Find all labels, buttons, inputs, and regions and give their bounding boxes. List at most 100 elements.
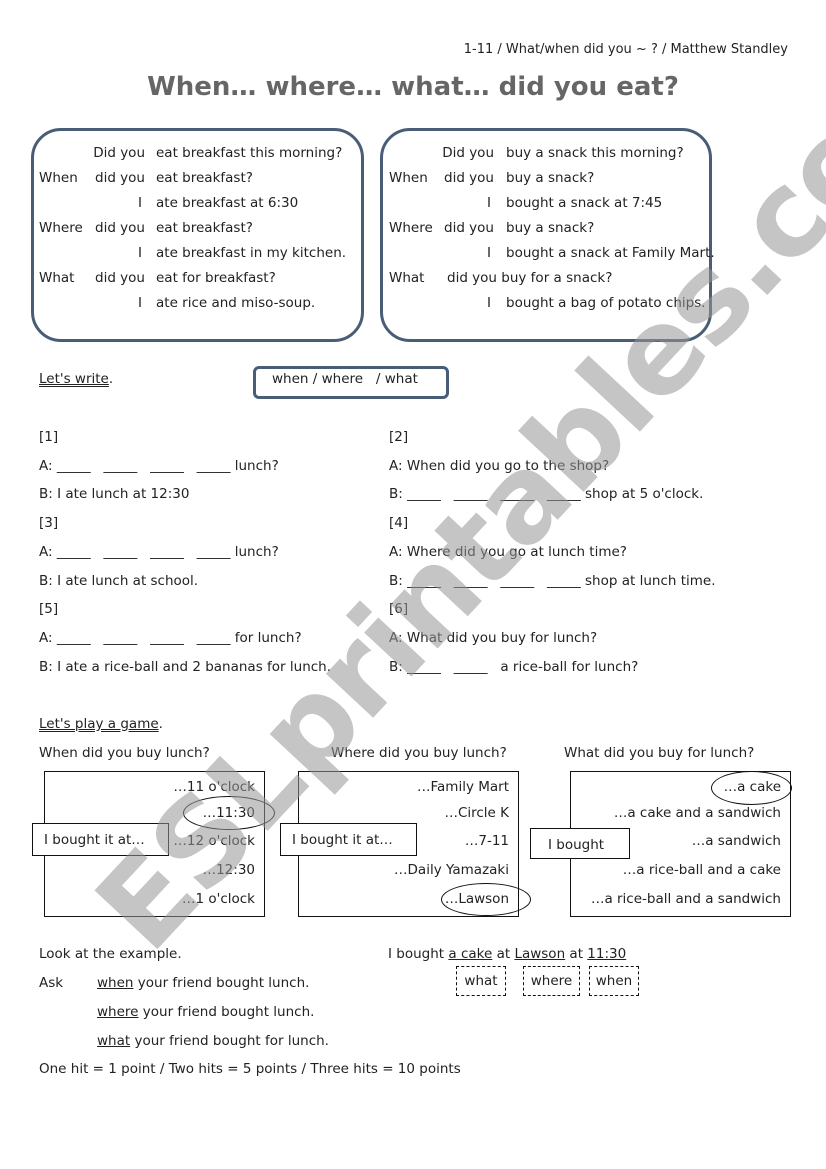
panel-when-tag: I bought it at…: [44, 832, 145, 848]
example-what: a cake: [448, 946, 493, 962]
ask-line-when: when your friend bought lunch.: [97, 975, 309, 991]
ask-label: Ask: [39, 975, 64, 991]
exercise-3-line-b: B: I ate lunch at school.: [39, 573, 199, 589]
exercise-1-line-b: B: I ate lunch at 12:30: [39, 486, 190, 502]
ask-rest-when: your friend bought lunch.: [133, 975, 310, 991]
snack-aux-3: did you: [444, 220, 494, 236]
example-label-when: when: [589, 966, 639, 996]
word-bank-text: when / where / what: [272, 371, 418, 387]
exercise-6-line-a: A: What did you buy for lunch?: [389, 630, 598, 646]
breakfast-aux-3: did you: [95, 220, 145, 236]
exercise-6-number: [6]: [389, 601, 409, 617]
author-credit: 1-11 / What/when did you ~ ? / Matthew S…: [463, 42, 788, 57]
breakfast-aux-0: Did you: [93, 145, 145, 161]
breakfast-rest-0: eat breakfast this morning?: [156, 145, 343, 161]
exercise-3-line-a: A: _____ _____ _____ _____ lunch?: [39, 544, 279, 560]
example-where: Lawson: [514, 946, 566, 962]
write-heading-period: .: [108, 371, 114, 387]
snack-wh-3: Where: [389, 220, 433, 236]
exercise-1-line-a: A: _____ _____ _____ _____ lunch?: [39, 458, 279, 474]
panel-when-question: When did you buy lunch?: [39, 745, 210, 761]
example-mid2: at: [565, 946, 588, 962]
example-label-where: where: [523, 966, 580, 996]
exercise-4-line-a: A: Where did you go at lunch time?: [389, 544, 627, 560]
snack-aux-2: I: [487, 195, 491, 211]
snack-rest-0: buy a snack this morning?: [506, 145, 684, 161]
panel-what-option-1: …a cake and a sandwich: [613, 805, 781, 821]
write-heading-text: Let's write: [39, 371, 109, 387]
example-when: 11:30: [587, 946, 627, 962]
snack-aux-4: I: [487, 245, 491, 261]
breakfast-rest-1: eat breakfast?: [156, 170, 253, 186]
snack-aux-1: did you: [444, 170, 494, 186]
exercise-5-line-a: A: _____ _____ _____ _____ for lunch?: [39, 630, 302, 646]
panel-where-question: Where did you buy lunch?: [331, 745, 507, 761]
exercise-3-number: [3]: [39, 515, 59, 531]
breakfast-wh-5: What: [39, 270, 75, 286]
panel-what-circled-answer: [711, 771, 792, 805]
example-prefix: I bought: [388, 946, 449, 962]
breakfast-aux-4: I: [138, 245, 142, 261]
panel-when-option-3: …12:30: [202, 862, 255, 878]
exercise-5-number: [5]: [39, 601, 59, 617]
panel-when-circled-answer: [183, 796, 275, 830]
ask-rest-where: your friend bought lunch.: [138, 1004, 315, 1020]
breakfast-aux-1: did you: [95, 170, 145, 186]
panel-where-circled-answer: [441, 883, 531, 916]
panel-where-option-3: …Daily Yamazaki: [394, 862, 509, 878]
snack-aux-0: Did you: [442, 145, 494, 161]
write-heading: Let's write.: [39, 371, 113, 387]
game-heading-period: .: [158, 716, 163, 732]
exercise-2-number: [2]: [389, 429, 409, 445]
exercise-2-line-a: A: When did you go to the shop?: [389, 458, 610, 474]
panel-what-option-4: …a rice-ball and a sandwich: [590, 891, 781, 907]
exercise-5-line-b: B: I ate a rice-ball and 2 bananas for l…: [39, 659, 332, 675]
look-example-text: Look at the example.: [39, 946, 182, 962]
ask-key-what: what: [97, 1033, 131, 1049]
game-heading: Let's play a game.: [39, 716, 163, 732]
example-mid1: at: [492, 946, 515, 962]
snack-rest-4: bought a snack at Family Mart.: [506, 245, 715, 261]
exercise-4-line-b: B: _____ _____ _____ _____ shop at lunch…: [389, 573, 716, 589]
breakfast-rest-4: ate breakfast in my kitchen.: [156, 245, 347, 261]
snack-wh-1: When: [389, 170, 428, 186]
snack-aux-6: I: [487, 295, 491, 311]
breakfast-rest-5: eat for breakfast?: [156, 270, 276, 286]
snack-wh-5: What: [389, 270, 425, 286]
breakfast-rest-6: ate rice and miso-soup.: [156, 295, 316, 311]
snack-rest-2: bought a snack at 7:45: [506, 195, 663, 211]
exercise-4-number: [4]: [389, 515, 409, 531]
panel-what-tag: I bought: [548, 837, 605, 853]
ask-line-where: where your friend bought lunch.: [97, 1004, 314, 1020]
breakfast-aux-6: I: [138, 295, 142, 311]
breakfast-aux-5: did you: [95, 270, 145, 286]
example-label-what: what: [456, 966, 506, 996]
snack-rest-1: buy a snack?: [506, 170, 595, 186]
snack-aux-5: did you buy for a snack?: [447, 270, 613, 286]
breakfast-rest-3: eat breakfast?: [156, 220, 253, 236]
snack-rest-6: bought a bag of potato chips.: [506, 295, 706, 311]
breakfast-rest-2: ate breakfast at 6:30: [156, 195, 299, 211]
exercise-6-line-b: B: _____ _____ a rice-ball for lunch?: [389, 659, 639, 675]
panel-where-option-0: …Family Mart: [417, 779, 509, 795]
scoring-text: One hit = 1 point / Two hits = 5 points …: [39, 1061, 461, 1077]
panel-what-question: What did you buy for lunch?: [564, 745, 755, 761]
game-heading-text: Let's play a game: [39, 716, 159, 732]
panel-what-option-3: …a rice-ball and a cake: [622, 862, 781, 878]
panel-when-option-4: …1 o'clock: [181, 891, 255, 907]
panel-where-option-1: …Circle K: [444, 805, 509, 821]
exercise-1-number: [1]: [39, 429, 59, 445]
panel-when-option-0: …11 o'clock: [173, 779, 255, 795]
ask-line-what: what your friend bought for lunch.: [97, 1033, 329, 1049]
example-sentence: I bought a cake at Lawson at 11:30: [388, 946, 626, 962]
ask-key-where: where: [97, 1004, 139, 1020]
breakfast-wh-1: When: [39, 170, 78, 186]
ask-rest-what: your friend bought for lunch.: [130, 1033, 329, 1049]
breakfast-aux-2: I: [138, 195, 142, 211]
snack-rest-3: buy a snack?: [506, 220, 595, 236]
panel-where-tag: I bought it at…: [292, 832, 393, 848]
breakfast-wh-3: Where: [39, 220, 83, 236]
exercise-2-line-b: B: _____ _____ _____ _____ shop at 5 o'c…: [389, 486, 704, 502]
ask-key-when: when: [97, 975, 134, 991]
page-title: When… where… what… did you eat?: [147, 72, 679, 102]
